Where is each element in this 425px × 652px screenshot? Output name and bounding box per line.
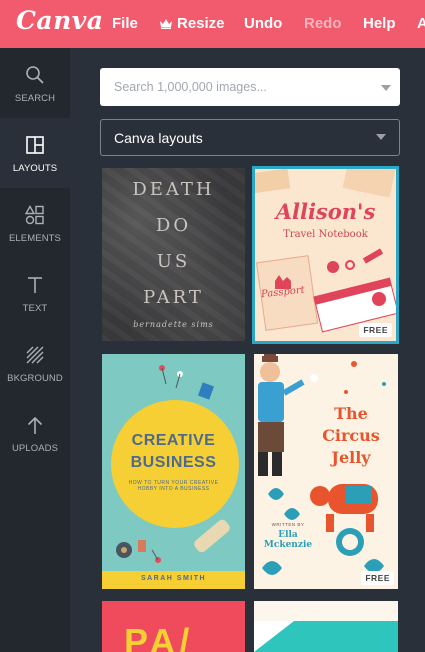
sidebar-item-label: LAYOUTS [12, 163, 58, 174]
redo-button[interactable]: Redo [304, 15, 342, 32]
free-badge: FREE [361, 571, 394, 585]
chevron-down-icon[interactable] [381, 85, 391, 91]
layout-title-line: PART [143, 287, 204, 308]
sidebar-item-text[interactable]: TEXT [0, 258, 70, 328]
free-badge: FREE [359, 323, 392, 337]
elements-icon [25, 205, 44, 225]
sidebar-item-label: ELEMENTS [8, 233, 61, 244]
sidebar-item-label: SEARCH [14, 93, 56, 104]
account-menu[interactable]: A [417, 15, 425, 32]
resize-label: Resize [177, 15, 225, 32]
undo-button[interactable]: Undo [244, 15, 282, 32]
layout-title: PA/ [124, 621, 194, 652]
top-bar: Canva File Resize Undo Redo Help A [0, 0, 425, 48]
written-by-label: WRITTEN BY [271, 522, 305, 527]
circus-illustration [258, 354, 386, 575]
upload-icon [27, 416, 43, 434]
layout-title-line: BUSINESS [130, 454, 217, 471]
canva-logo[interactable]: Canva [16, 6, 104, 35]
search-input[interactable] [100, 68, 370, 106]
search-icon [26, 66, 44, 84]
sidebar-item-label: UPLOADS [11, 443, 59, 454]
resize-button[interactable]: Resize [159, 15, 225, 32]
crown-icon [160, 19, 172, 29]
layout-subtitle: Travel Notebook [283, 229, 368, 240]
layout-thumbnail-death-do-us-part[interactable]: DEATH DO US PART bernadette sims [102, 168, 245, 341]
sidebar-item-search[interactable]: SEARCH [0, 48, 70, 118]
layout-author: Ella Mckenzie [263, 530, 313, 550]
sidebar-item-uploads[interactable]: UPLOADS [0, 398, 70, 468]
help-menu[interactable]: Help [363, 15, 396, 32]
layout-author: SARAH SMITH [140, 575, 207, 582]
layout-title: Allison's [275, 199, 376, 224]
layout-title-line: Circus [322, 426, 380, 445]
layout-thumbnail-circus-jelly[interactable]: The Circus Jelly WRITTEN BY Ella Mckenzi… [254, 354, 398, 589]
image-search [100, 68, 400, 106]
travel-illustration [255, 169, 396, 333]
layout-thumbnail-creative-business[interactable]: CREATIVE BUSINESS HOW TO TURN YOUR CREAT… [102, 354, 245, 589]
sidebar-item-label: TEXT [22, 303, 48, 314]
layout-title-line: US [156, 251, 191, 272]
sidebar: SEARCH LAYOUTS ELEMENTS TEXT BKGROUND UP… [0, 48, 70, 652]
layout-title-line: DEATH [132, 179, 215, 200]
layout-title-line: DO [155, 215, 192, 236]
pattern-illustration [254, 601, 398, 652]
sidebar-item-label: BKGROUND [7, 373, 63, 384]
dropdown-selected-value: Canva layouts [114, 130, 203, 146]
layout-tagline: HOW TO TURN YOUR CREATIVE HOBBY INTO A B… [128, 480, 219, 492]
layout-title-line: The [334, 404, 368, 423]
layout-title-line: Jelly [331, 448, 371, 467]
layout-thumbnail-partial-right[interactable] [254, 601, 398, 652]
layout-title-line: CREATIVE [131, 432, 216, 449]
text-icon [28, 277, 42, 293]
layout-author: bernadette sims [133, 320, 214, 329]
sidebar-item-elements[interactable]: ELEMENTS [0, 188, 70, 258]
sidebar-item-background[interactable]: BKGROUND [0, 328, 70, 398]
layout-thumbnail-travel-notebook[interactable]: Allison's Travel Notebook Passport FREE [252, 166, 399, 344]
background-icon [26, 346, 44, 364]
sidebar-item-layouts[interactable]: LAYOUTS [0, 118, 70, 188]
layouts-icon [26, 136, 44, 154]
layout-thumbnail-partial-left[interactable]: PA/ [102, 601, 245, 652]
file-menu[interactable]: File [112, 15, 138, 32]
chevron-down-icon [376, 134, 386, 140]
layout-filter-dropdown[interactable]: Canva layouts [100, 119, 400, 156]
